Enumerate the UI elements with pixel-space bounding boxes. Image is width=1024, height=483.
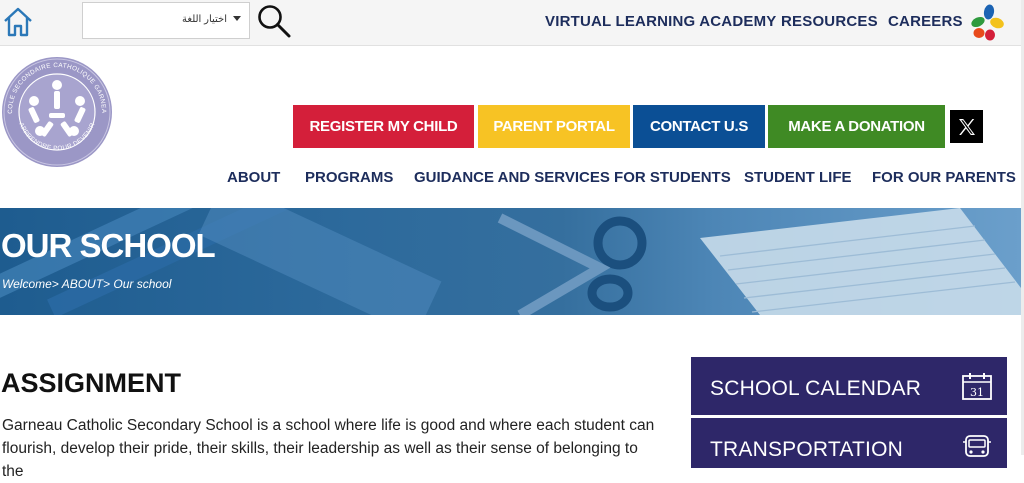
school-logo[interactable]: ÉCOLE SECONDAIRE CATHOLIQUE GARNEAU APPR… bbox=[0, 55, 114, 169]
breadcrumb-about[interactable]: ABOUT bbox=[62, 277, 103, 291]
x-logo-icon bbox=[958, 118, 975, 135]
top-link-resources[interactable]: RESOURCES bbox=[781, 13, 878, 30]
parent-portal-button[interactable]: PARENT PORTAL bbox=[478, 105, 630, 148]
transportation-label: TRANSPORTATION bbox=[710, 438, 903, 461]
breadcrumb-welcome[interactable]: Welcome bbox=[2, 277, 52, 291]
home-icon[interactable] bbox=[2, 6, 34, 38]
brand-logo[interactable] bbox=[966, 3, 1008, 43]
contact-us-button[interactable]: CONTACT U.S bbox=[633, 105, 765, 148]
top-link-virtual-learning-academy[interactable]: VIRTUAL LEARNING ACADEMY bbox=[545, 13, 776, 30]
top-link-careers[interactable]: CAREERS bbox=[888, 13, 963, 30]
nav-guidance-and-services[interactable]: GUIDANCE AND SERVICES FOR STUDENTS bbox=[414, 169, 731, 186]
school-calendar-label: SCHOOL CALENDAR bbox=[710, 377, 922, 400]
make-a-donation-button[interactable]: MAKE A DONATION bbox=[768, 105, 945, 148]
register-my-child-button[interactable]: REGISTER MY CHILD bbox=[293, 105, 474, 148]
language-select[interactable]: اختيار اللغة bbox=[82, 2, 250, 39]
page-title: OUR SCHOOL bbox=[1, 227, 216, 264]
bus-icon bbox=[963, 435, 991, 457]
search-icon[interactable] bbox=[256, 3, 292, 39]
section-heading: ASSIGNMENT bbox=[1, 368, 182, 398]
calendar-day: 31 bbox=[970, 386, 984, 399]
school-calendar-card[interactable]: SCHOOL CALENDAR 31 bbox=[691, 357, 1007, 415]
nav-about[interactable]: ABOUT bbox=[227, 169, 280, 186]
breadcrumb: Welcome> ABOUT> Our school bbox=[2, 277, 172, 291]
language-select-label: اختيار اللغة bbox=[182, 14, 227, 25]
nav-for-our-parents[interactable]: FOR OUR PARENTS bbox=[872, 169, 1016, 186]
nav-student-life[interactable]: STUDENT LIFE bbox=[744, 169, 852, 186]
breadcrumb-our-school: Our school bbox=[113, 277, 172, 291]
transportation-card[interactable]: TRANSPORTATION bbox=[691, 418, 1007, 468]
nav-programs[interactable]: PROGRAMS bbox=[305, 169, 393, 186]
calendar-icon: 31 bbox=[962, 373, 992, 400]
chevron-down-icon bbox=[233, 16, 241, 21]
intro-paragraph: Garneau Catholic Secondary School is a s… bbox=[2, 417, 655, 480]
top-utility-bar: اختيار اللغة VIRTUAL LEARNING ACADEMY RE… bbox=[0, 0, 1024, 46]
x-icon[interactable] bbox=[950, 110, 983, 143]
